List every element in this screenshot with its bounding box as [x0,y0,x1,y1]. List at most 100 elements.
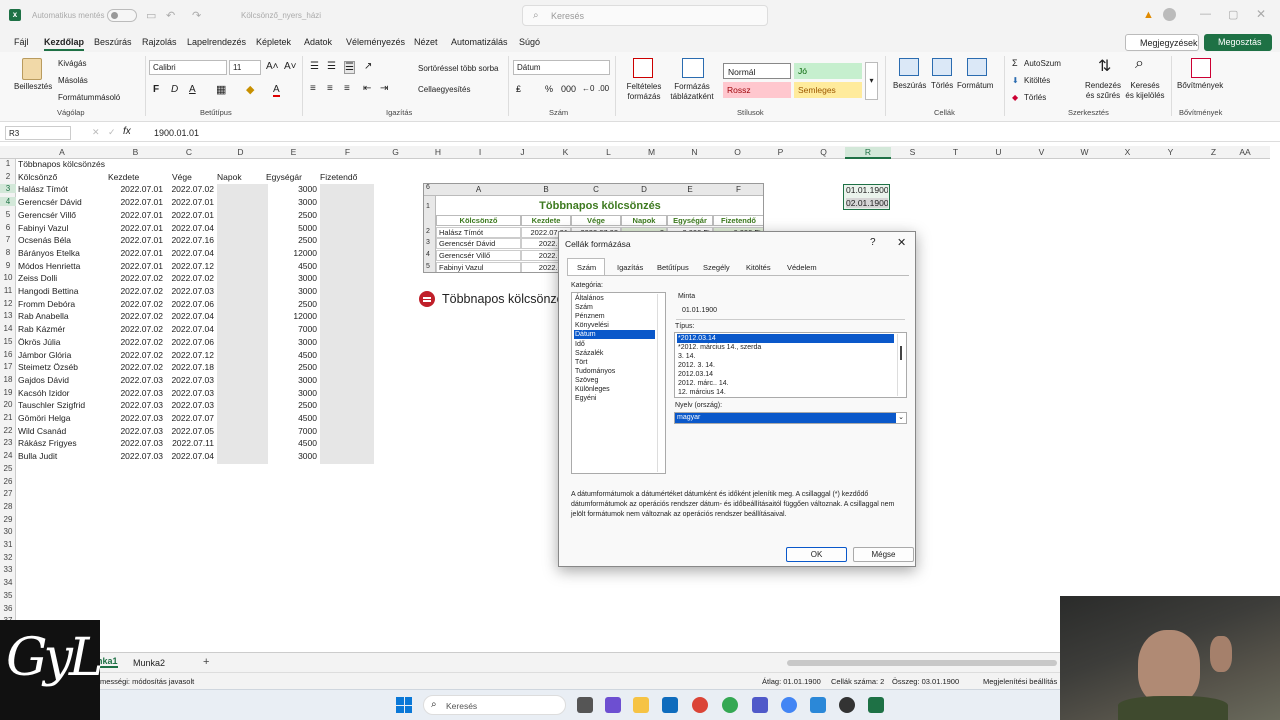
row-header[interactable]: 4 [0,197,16,207]
row-header[interactable]: 24 [0,451,16,460]
row-header[interactable]: 34 [0,578,16,587]
row-header[interactable]: 10 [0,273,16,282]
column-header[interactable]: Y [1149,147,1192,157]
unit-price-cell[interactable]: 4500 [266,350,317,360]
start-date-cell[interactable]: 2022.07.02 [108,273,163,283]
name-cell[interactable]: Fabinyi Vazul [18,223,108,233]
tab-number[interactable]: Szám [577,263,596,272]
category-item[interactable]: Pénznem [574,312,654,321]
end-date-cell[interactable]: 2022.07.04 [163,223,214,233]
style-normal[interactable]: Normál [723,63,791,79]
paste-icon[interactable] [22,58,42,80]
start-date-cell[interactable]: 2022.07.01 [108,223,163,233]
start-date-cell[interactable]: 2022.07.01 [108,248,163,258]
increase-decimal-icon[interactable]: ←0 [582,84,594,93]
unit-price-cell[interactable]: 3000 [266,273,317,283]
row-header[interactable]: 16 [0,350,16,359]
decrease-decimal-icon[interactable]: .00 [598,84,609,93]
row-header[interactable]: 12 [0,299,16,308]
font-size-select[interactable]: 11 [229,60,261,75]
start-icon[interactable] [396,697,412,713]
style-neutral[interactable]: Semleges [794,82,862,98]
row-header[interactable]: 1 [0,159,16,168]
teams-icon[interactable] [605,697,621,713]
grow-font-icon[interactable]: A˄ [266,61,279,72]
tab-protection[interactable]: Védelem [787,263,817,272]
start-date-cell[interactable]: 2022.07.03 [108,438,163,448]
r-date-cell[interactable]: 02.01.1900 [846,198,888,209]
column-header[interactable]: X [1106,147,1149,157]
tab-data[interactable]: Adatok [304,37,332,47]
horizontal-scrollbar[interactable] [787,660,1057,666]
addins-button[interactable]: Bővítmények [1177,81,1223,90]
start-date-cell[interactable]: 2022.07.01 [108,235,163,245]
autosum-button[interactable]: AutoSzum [1024,59,1061,68]
sort-filter-button[interactable]: Rendezés és szűrés [1084,81,1122,101]
increase-indent-icon[interactable]: ⇥ [380,83,388,94]
start-date-cell[interactable]: 2022.07.03 [108,426,163,436]
end-date-cell[interactable]: 2022.07.11 [163,438,214,448]
category-item[interactable]: Szöveg [574,376,654,385]
restore-icon[interactable]: ▢ [1228,8,1238,21]
column-header[interactable]: K [544,147,587,157]
store-icon[interactable] [662,697,678,713]
column-header[interactable]: V [1020,147,1063,157]
italic-icon[interactable]: D [171,84,178,95]
column-header[interactable]: C [163,147,215,157]
start-date-cell[interactable]: 2022.07.03 [108,388,163,398]
locale-select[interactable]: magyar ⌄ [674,412,907,424]
column-header[interactable]: H [417,147,459,157]
formula-input[interactable]: 1900.01.01 [154,128,199,138]
unit-price-cell[interactable]: 3000 [266,197,317,207]
row-header[interactable]: 36 [0,604,16,613]
category-list[interactable]: Általános Szám Pénznem Könyvelési Dátum Idő Sz… [571,292,666,474]
warning-icon[interactable]: ▲ [1143,9,1154,21]
type-item[interactable]: *2012. március 14., szerda [677,343,894,352]
end-date-cell[interactable]: 2022.07.03 [163,286,214,296]
name-cell[interactable]: Kacsóh Izidor [18,388,108,398]
column-header[interactable]: U [977,147,1020,157]
column-header[interactable]: Z [1192,147,1235,157]
end-date-cell[interactable]: 2022.07.04 [163,324,214,334]
row-header[interactable]: 2 [0,172,16,181]
row-header[interactable]: 29 [0,515,16,524]
bold-icon[interactable]: F [153,84,159,95]
number-format-select[interactable]: Dátum [513,60,610,75]
row-header[interactable]: 20 [0,400,16,409]
display-settings[interactable]: Megjelenítési beállítás [983,677,1059,686]
unit-price-cell[interactable]: 2500 [266,362,317,372]
start-date-cell[interactable]: 2022.07.03 [108,451,163,461]
row-header[interactable]: 25 [0,464,16,473]
share-button[interactable]: Megosztás [1204,34,1272,51]
autosave-toggle[interactable] [107,9,137,22]
type-item[interactable]: 12. március 14. [677,388,894,397]
find-select-button[interactable]: Keresés és kijelölés [1125,81,1165,101]
category-item[interactable]: Egyéni [574,394,654,403]
undo-icon[interactable]: ↶ [166,9,175,22]
row-header[interactable]: 15 [0,337,16,346]
row-header[interactable]: 3 [0,184,16,194]
name-cell[interactable]: Bárányos Etelka [18,248,108,258]
row-header[interactable]: 28 [0,502,16,511]
category-scrollbar[interactable] [657,294,665,472]
cancel-entry-icon[interactable]: ✕ [92,127,100,138]
unit-price-cell[interactable]: 3000 [266,337,317,347]
name-box[interactable]: R3 [5,126,71,140]
redo-icon[interactable]: ↷ [192,9,201,22]
row-header[interactable]: 23 [0,438,16,447]
column-header[interactable]: S [891,147,934,157]
style-bad[interactable]: Rossz [723,82,791,98]
column-header[interactable]: G [374,147,417,157]
wrap-text-button[interactable]: Sortöréssel több sorba [418,64,499,73]
styles-more-icon[interactable]: ▾ [865,62,878,100]
end-date-cell[interactable]: 2022.07.01 [163,210,214,220]
start-date-cell[interactable]: 2022.07.02 [108,311,163,321]
end-date-cell[interactable]: 2022.07.18 [163,362,214,372]
percent-icon[interactable]: % [545,84,553,94]
end-date-cell[interactable]: 2022.07.01 [163,197,214,207]
unit-price-cell[interactable]: 12000 [266,311,317,321]
unit-price-cell[interactable]: 3000 [266,375,317,385]
help-icon[interactable]: ? [870,237,876,248]
column-header[interactable]: Q [802,147,845,157]
add-sheet-icon[interactable]: + [203,656,209,668]
